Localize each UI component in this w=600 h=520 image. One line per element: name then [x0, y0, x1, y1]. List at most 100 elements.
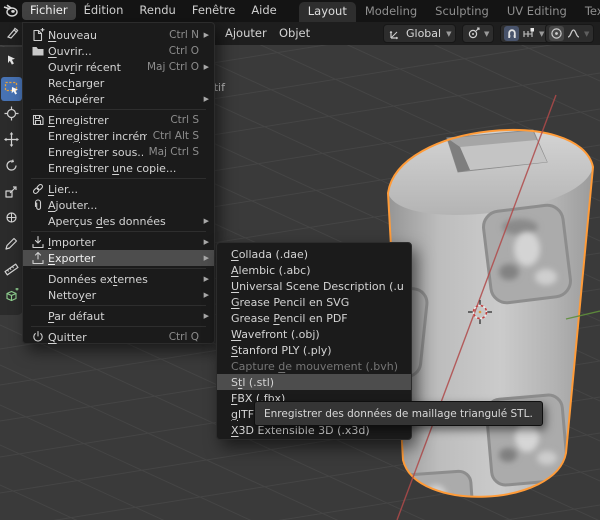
objet-menu[interactable]: Objet	[279, 26, 310, 40]
file-menu-item-label: Enregistrer sous...	[48, 146, 143, 159]
save-icon	[28, 113, 48, 127]
menubar-item-3[interactable]: Fenêtre	[184, 2, 243, 20]
add-cube-tool-button[interactable]	[1, 285, 22, 309]
submenu-arrow-icon: ▶	[201, 291, 209, 299]
paperclip-icon	[28, 198, 48, 212]
import-icon	[28, 235, 48, 249]
shortcut-text: Ctrl S	[170, 114, 199, 126]
file-menu-item-9[interactable]: Lier...	[23, 181, 214, 197]
file-menu-dropdown: NouveauCtrl N▶Ouvrir...Ctrl OOuvrir réce…	[22, 22, 215, 344]
measure-tool-button[interactable]	[1, 259, 22, 283]
annotate-tool-button[interactable]	[1, 233, 22, 257]
file-menu-item-label: Par défaut	[48, 310, 193, 323]
select-box-icon	[4, 80, 20, 99]
file-menu-item-label: Ouvrir récent	[48, 61, 141, 74]
snap-magnet-icon[interactable]	[504, 26, 519, 41]
shortcut-text: Maj Ctrl O	[147, 61, 199, 73]
snap-increment-icon	[521, 26, 536, 41]
file-menu-item-4[interactable]: Récupérer▶	[23, 91, 214, 107]
file-menu-item-label: Exporter	[48, 252, 193, 265]
workspace-tab-2[interactable]: Sculpting	[426, 2, 498, 23]
file-menu-item-label: Enregistrer une copie...	[48, 162, 193, 175]
workspace-tab-1[interactable]: Modeling	[356, 2, 426, 23]
file-menu-item-label: Recharger	[48, 77, 193, 90]
export-menu-item-0[interactable]: Collada (.dae)	[217, 246, 411, 262]
export-menu-item-label: Wavefront (.obj)	[231, 328, 403, 341]
file-menu-item-5[interactable]: Enregistrer Ctrl S	[23, 112, 214, 128]
blender-logo-icon[interactable]	[0, 0, 22, 22]
file-menu-item-label: Nettoyer	[48, 289, 193, 302]
submenu-arrow-icon: ▶	[201, 31, 209, 39]
folder-icon	[28, 44, 48, 58]
pivot-point-icon	[466, 26, 481, 41]
file-menu-item-13[interactable]: Exporter▶	[23, 250, 214, 266]
file-menu-item-14[interactable]: Données externes▶	[23, 271, 214, 287]
menubar-item-0[interactable]: Fichier	[22, 2, 76, 20]
file-menu-item-label: Ajouter...	[48, 199, 193, 212]
export-menu-item-label: Stanford PLY (.ply)	[231, 344, 403, 357]
ajouter-menu[interactable]: Ajouter	[225, 26, 267, 40]
file-menu-item-17[interactable]: Quitter Ctrl Q	[23, 329, 214, 345]
shortcut-text: Ctrl N	[169, 29, 199, 41]
file-menu-item-7[interactable]: Enregistrer sous...Maj Ctrl S	[23, 144, 214, 160]
export-icon	[28, 251, 48, 265]
export-menu-item-4[interactable]: Grease Pencil en PDF	[217, 310, 411, 326]
menubar-item-1[interactable]: Édition	[76, 2, 132, 20]
file-menu-item-11[interactable]: Aperçus des données▶	[23, 213, 214, 229]
tweak-select-button[interactable]	[1, 51, 22, 75]
file-menu-item-label: Nouveau	[48, 29, 163, 42]
file-menu-item-3[interactable]: Recharger	[23, 75, 214, 91]
submenu-arrow-icon: ▶	[201, 63, 209, 71]
rotate-tool-button[interactable]	[1, 155, 22, 179]
snapping-controls[interactable]: ▼	[500, 24, 549, 43]
file-menu-item-1[interactable]: Ouvrir...Ctrl O	[23, 43, 214, 59]
add-cube-tool-icon	[4, 288, 19, 306]
select-box-button[interactable]	[1, 77, 22, 101]
export-menu-item-label: Grease Pencil en PDF	[231, 312, 403, 325]
file-menu-item-2[interactable]: Ouvrir récent Maj Ctrl O▶	[23, 59, 214, 75]
menubar-item-2[interactable]: Rendu	[131, 2, 183, 20]
proportional-editing-icon[interactable]	[549, 26, 564, 41]
file-menu-item-label: Lier...	[48, 183, 193, 196]
menubar: FichierÉditionRenduFenêtreAide	[22, 0, 285, 22]
shortcut-text: Ctrl Q	[169, 331, 199, 343]
export-menu-item-6[interactable]: Stanford PLY (.ply)	[217, 342, 411, 358]
file-menu-item-0[interactable]: Nouveau Ctrl N▶	[23, 27, 214, 43]
export-menu-item-7: Capture de mouvement (.bvh)	[217, 358, 411, 374]
cursor-tool-button[interactable]	[1, 103, 22, 127]
file-menu-item-label: Données externes	[48, 273, 193, 286]
transform-tool-button[interactable]	[1, 207, 22, 231]
transform-orientation-dropdown[interactable]: Global ▼	[383, 24, 456, 43]
file-menu-item-label: Quitter	[48, 331, 163, 344]
file-menu-item-8[interactable]: Enregistrer une copie...	[23, 160, 214, 176]
export-menu-item-8[interactable]: Stl (.stl)	[217, 374, 411, 390]
file-menu-item-16[interactable]: Par défaut▶	[23, 308, 214, 324]
workspace-tab-4[interactable]: Texture Paint	[576, 2, 600, 23]
export-menu-item-label: Universal Scene Description (.usd*)	[231, 280, 403, 293]
editor-type-icon[interactable]	[3, 24, 21, 42]
tweak-select-icon	[4, 54, 19, 72]
export-menu-item-2[interactable]: Universal Scene Description (.usd*)	[217, 278, 411, 294]
export-menu-item-label: Capture de mouvement (.bvh)	[231, 360, 403, 373]
top-menu-bar: FichierÉditionRenduFenêtreAide LayoutMod…	[0, 0, 600, 22]
chevron-down-icon: ▼	[445, 30, 452, 38]
file-menu-item-6[interactable]: Enregistrer incrémentalCtrl Alt S	[23, 128, 214, 144]
proportional-editing-controls[interactable]: ▼	[545, 24, 594, 43]
workspace-tab-3[interactable]: UV Editing	[498, 2, 576, 23]
menu-separator	[23, 266, 214, 271]
move-tool-button[interactable]	[1, 129, 22, 153]
shortcut-text: Ctrl O	[169, 45, 199, 57]
file-menu-item-12[interactable]: Importer▶	[23, 234, 214, 250]
pivot-point-dropdown[interactable]: ▼	[462, 24, 494, 43]
menubar-item-4[interactable]: Aide	[243, 2, 284, 20]
power-icon	[28, 330, 48, 344]
workspace-tab-0[interactable]: Layout	[299, 2, 356, 23]
export-menu-item-5[interactable]: Wavefront (.obj)	[217, 326, 411, 342]
scale-tool-button[interactable]	[1, 181, 22, 205]
file-menu-item-15[interactable]: Nettoyer ▶	[23, 287, 214, 303]
export-menu-item-3[interactable]: Grease Pencil en SVG	[217, 294, 411, 310]
export-menu-item-1[interactable]: Alembic (.abc)	[217, 262, 411, 278]
file-menu-item-label: Enregistrer	[48, 114, 164, 127]
file-menu-item-10[interactable]: Ajouter...	[23, 197, 214, 213]
tool-shelf	[0, 47, 23, 315]
